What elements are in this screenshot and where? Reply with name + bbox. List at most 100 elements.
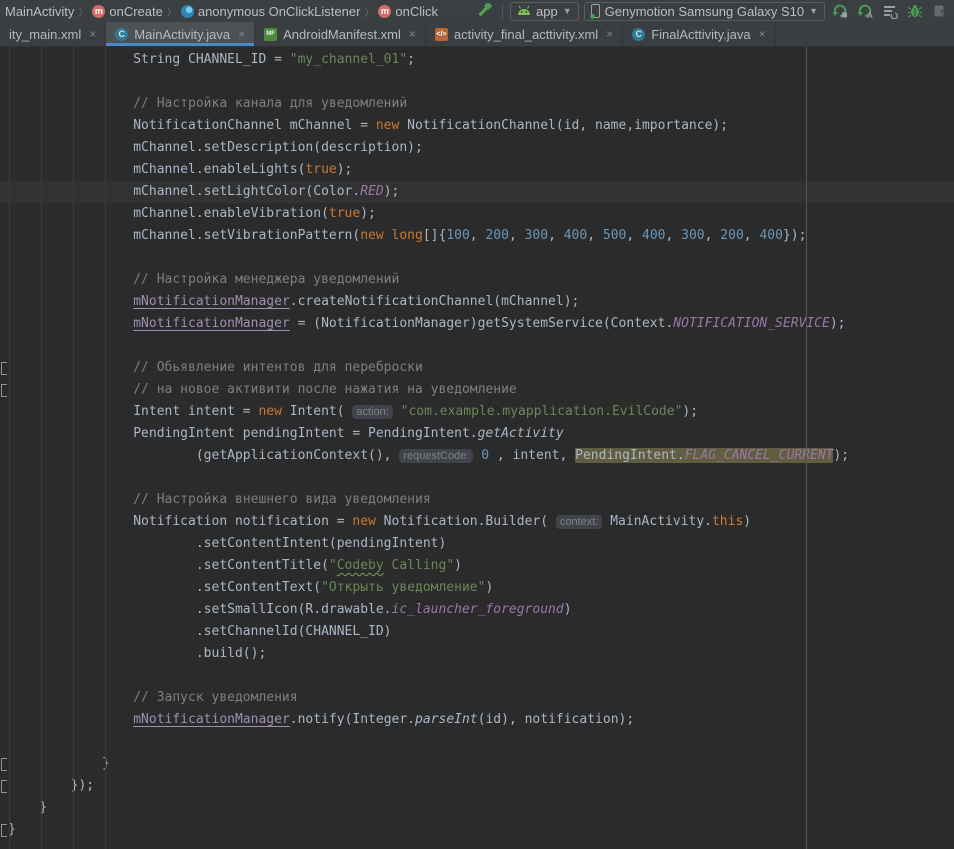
parameter-hint: action:: [352, 405, 392, 419]
code-token: ": [329, 558, 337, 573]
tab-mainactivity-java[interactable]: CMainActivity.java×: [106, 22, 255, 46]
code-line: [0, 335, 954, 357]
code-line: .setSmallIcon(R.drawable.ic_launcher_for…: [0, 599, 954, 621]
code-line: mChannel.setLightColor(Color.RED);: [0, 181, 954, 203]
debug-bug-icon[interactable]: [905, 1, 925, 21]
code-token: mChannel.setDescription(description);: [8, 140, 423, 155]
code-line: .setChannelId(CHANNEL_ID): [0, 621, 954, 643]
breadcrumb-item[interactable]: monClick: [375, 4, 441, 19]
code-token: Intent(: [282, 404, 352, 419]
fold-marker-icon[interactable]: [1, 384, 7, 397]
tab-activity-final-acttivity-xml[interactable]: </>activity_final_acttivity.xml×: [426, 22, 623, 46]
rerun-apply-changes-icon[interactable]: [830, 1, 850, 21]
code-token: []{: [423, 228, 446, 243]
breadcrumb-item[interactable]: monCreate: [89, 4, 165, 19]
code-line: [0, 247, 954, 269]
code-token: .setContentIntent(pendingIntent): [8, 536, 446, 551]
code-token: [8, 712, 133, 727]
close-icon[interactable]: ×: [759, 27, 766, 41]
breadcrumb-item[interactable]: anonymous OnClickListener: [178, 4, 364, 19]
code-token: Notification.Builder(: [376, 514, 556, 529]
code-line: [0, 731, 954, 753]
code-token: [393, 404, 401, 419]
code-token: );: [360, 206, 376, 221]
code-line: String CHANNEL_ID = "my_channel_01";: [0, 49, 954, 71]
code-line: });: [0, 775, 954, 797]
code-token: }: [8, 800, 47, 815]
fold-marker-icon[interactable]: [1, 824, 7, 837]
apply-code-changes-icon[interactable]: A: [855, 1, 875, 21]
code-token: ): [485, 580, 493, 595]
code-token: , intent,: [489, 448, 575, 463]
code-token: RED: [360, 184, 383, 199]
code-editor[interactable]: String CHANNEL_ID = "my_channel_01"; // …: [0, 47, 954, 849]
code-token: mChannel.enableVibration(: [8, 206, 329, 221]
code-token: ): [454, 558, 462, 573]
code-token: .setContentText(: [8, 580, 321, 595]
code-token: NotificationChannel(id, name,importance)…: [399, 118, 728, 133]
code-line: // Настройка менеджера уведомлений: [0, 269, 954, 291]
code-line: // Настройка канала для уведомлений: [0, 93, 954, 115]
code-line: PendingIntent pendingIntent = PendingInt…: [0, 423, 954, 445]
code-line: }: [0, 753, 954, 775]
code-token: getActivity: [478, 426, 564, 441]
parameter-hint: requestCode:: [399, 449, 473, 463]
code-token: parseInt: [415, 712, 478, 727]
code-line: [0, 665, 954, 687]
code-token: 400: [759, 228, 782, 243]
breadcrumb-label: onClick: [395, 4, 438, 19]
code-line: mNotificationManager = (NotificationMana…: [0, 313, 954, 335]
tab-finalacttivity-java[interactable]: CFinalActtivity.java×: [623, 22, 775, 46]
device-select[interactable]: Genymotion Samsung Galaxy S10 ▼: [584, 2, 825, 21]
code-token: .createNotificationChannel(mChannel);: [290, 294, 580, 309]
breadcrumb-label: MainActivity: [5, 4, 74, 19]
tab-androidmanifest-xml[interactable]: MFAndroidManifest.xml×: [255, 22, 426, 46]
code-token: );: [833, 448, 849, 463]
sync-list-icon[interactable]: [880, 1, 900, 21]
close-icon[interactable]: ×: [89, 27, 96, 41]
java-class-icon: C: [115, 28, 128, 41]
chevron-down-icon: ▼: [809, 6, 818, 16]
code-token: 0: [481, 448, 489, 463]
java-class-icon: C: [632, 28, 645, 41]
run-configuration-select[interactable]: app ▼: [510, 2, 579, 21]
code-token: String CHANNEL_ID =: [8, 52, 290, 67]
tab-bar: ity_main.xml×CMainActivity.java×MFAndroi…: [0, 22, 954, 47]
code-token: mChannel.setVibrationPattern(: [8, 228, 360, 243]
code-token: 300: [525, 228, 548, 243]
code-token: );: [384, 184, 400, 199]
code-token: PendingIntent.: [575, 448, 685, 463]
code-line: // Запуск уведомления: [0, 687, 954, 709]
code-token: new: [376, 118, 399, 133]
code-token: ,: [509, 228, 525, 243]
code-token: ,: [666, 228, 682, 243]
build-hammer-icon[interactable]: [475, 1, 495, 21]
code-token: "my_channel_01": [290, 52, 407, 67]
code-token: [8, 294, 133, 309]
tab-ity-main-xml[interactable]: ity_main.xml×: [0, 22, 106, 46]
main-toolbar: MainActivity〉monCreate〉anonymous OnClick…: [0, 0, 954, 22]
code-token: Intent intent =: [8, 404, 258, 419]
fold-marker-icon[interactable]: [1, 362, 7, 375]
method-icon: m: [92, 5, 105, 18]
close-icon[interactable]: ×: [409, 27, 416, 41]
close-icon[interactable]: ×: [606, 27, 613, 41]
attach-stop-icon[interactable]: [930, 1, 950, 21]
code-line: [0, 467, 954, 489]
code-token: new: [360, 228, 383, 243]
breadcrumb-item[interactable]: MainActivity: [2, 4, 77, 19]
code-token: // Обьявление интентов для переброски: [8, 360, 423, 375]
fold-marker-icon[interactable]: [1, 780, 7, 793]
code-token: mNotificationManager: [133, 294, 290, 309]
toolbar-separator: [502, 3, 503, 19]
code-token: ): [564, 602, 572, 617]
code-token: });: [783, 228, 806, 243]
close-icon[interactable]: ×: [238, 27, 245, 41]
anonymous-class-icon: [181, 5, 194, 18]
code-token: MainActivity.: [602, 514, 712, 529]
fold-marker-icon[interactable]: [1, 758, 7, 771]
run-configuration-label: app: [536, 4, 558, 19]
code-token: // Настройка канала для уведомлений: [8, 96, 407, 111]
code-token: 500: [603, 228, 626, 243]
code-token: ;: [407, 52, 415, 67]
